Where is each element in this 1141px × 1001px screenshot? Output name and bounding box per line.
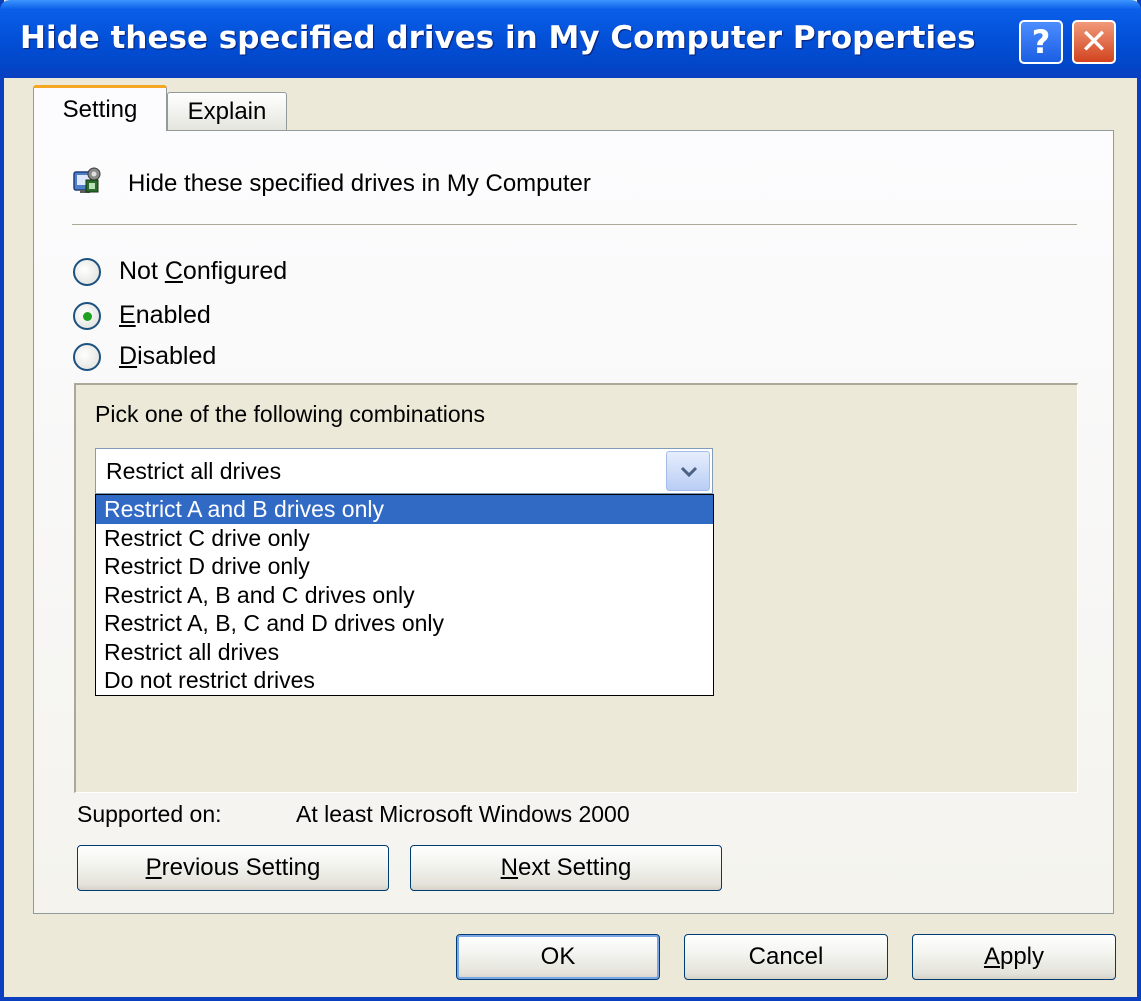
ok-label: OK [540, 943, 576, 970]
help-icon: ? [1031, 23, 1051, 61]
cancel-button[interactable]: Cancel [684, 934, 888, 980]
dropdown-option[interactable]: Restrict A and B drives only [96, 495, 713, 524]
help-button[interactable]: ? [1019, 20, 1063, 64]
radio-disabled[interactable]: Disabled [73, 342, 216, 371]
dropdown-option[interactable]: Restrict all drives [96, 638, 713, 667]
radio-button-unchecked[interactable] [73, 257, 101, 286]
policy-setting-icon [73, 167, 101, 193]
dropdown-option[interactable]: Restrict D drive only [96, 552, 713, 581]
pick-combination-label: Pick one of the following combinations [95, 401, 485, 427]
combo-selected-value: Restrict all drives [106, 458, 282, 484]
tab-explain[interactable]: Explain [167, 92, 287, 130]
previous-setting-label: Previous Setting [145, 854, 321, 881]
supported-on-label: Supported on: [77, 801, 222, 827]
tab-setting[interactable]: Setting [33, 85, 167, 131]
radio-button-checked[interactable] [73, 301, 101, 330]
title-bar[interactable]: Hide these specified drives in My Comput… [0, 0, 1141, 78]
cancel-label: Cancel [748, 943, 824, 970]
close-icon: ✕ [1079, 22, 1109, 62]
radio-label: Not Configured [119, 257, 288, 285]
close-button[interactable]: ✕ [1072, 20, 1116, 64]
ok-button[interactable]: OK [456, 934, 660, 980]
apply-label: Apply [983, 943, 1045, 970]
tab-setting-label: Setting [62, 95, 138, 123]
radio-label: Disabled [119, 342, 217, 370]
supported-on-value: At least Microsoft Windows 2000 [296, 801, 630, 827]
policy-name: Hide these specified drives in My Comput… [128, 170, 591, 197]
combination-dropdown[interactable]: Restrict all drives [95, 448, 713, 494]
dropdown-option[interactable]: Do not restrict drives [96, 666, 713, 695]
dropdown-list: Restrict A and B drives only Restrict C … [95, 494, 714, 696]
radio-not-configured[interactable]: Not Configured [73, 257, 287, 286]
radio-button-unchecked[interactable] [73, 342, 101, 371]
dropdown-option[interactable]: Restrict A, B, C and D drives only [96, 609, 713, 638]
dropdown-option[interactable]: Restrict A, B and C drives only [96, 581, 713, 610]
next-setting-label: Next Setting [500, 854, 632, 881]
chevron-down-icon [680, 466, 698, 478]
dropdown-option[interactable]: Restrict C drive only [96, 524, 713, 553]
separator [72, 224, 1077, 225]
tab-explain-label: Explain [187, 97, 267, 125]
radio-enabled[interactable]: Enabled [73, 301, 211, 330]
next-setting-button[interactable]: Next Setting [410, 845, 722, 891]
radio-label: Enabled [119, 301, 211, 329]
dropdown-arrow-button[interactable] [666, 451, 710, 491]
apply-button[interactable]: Apply [912, 934, 1116, 980]
previous-setting-button[interactable]: Previous Setting [77, 845, 389, 891]
window-title: Hide these specified drives in My Comput… [20, 20, 976, 56]
